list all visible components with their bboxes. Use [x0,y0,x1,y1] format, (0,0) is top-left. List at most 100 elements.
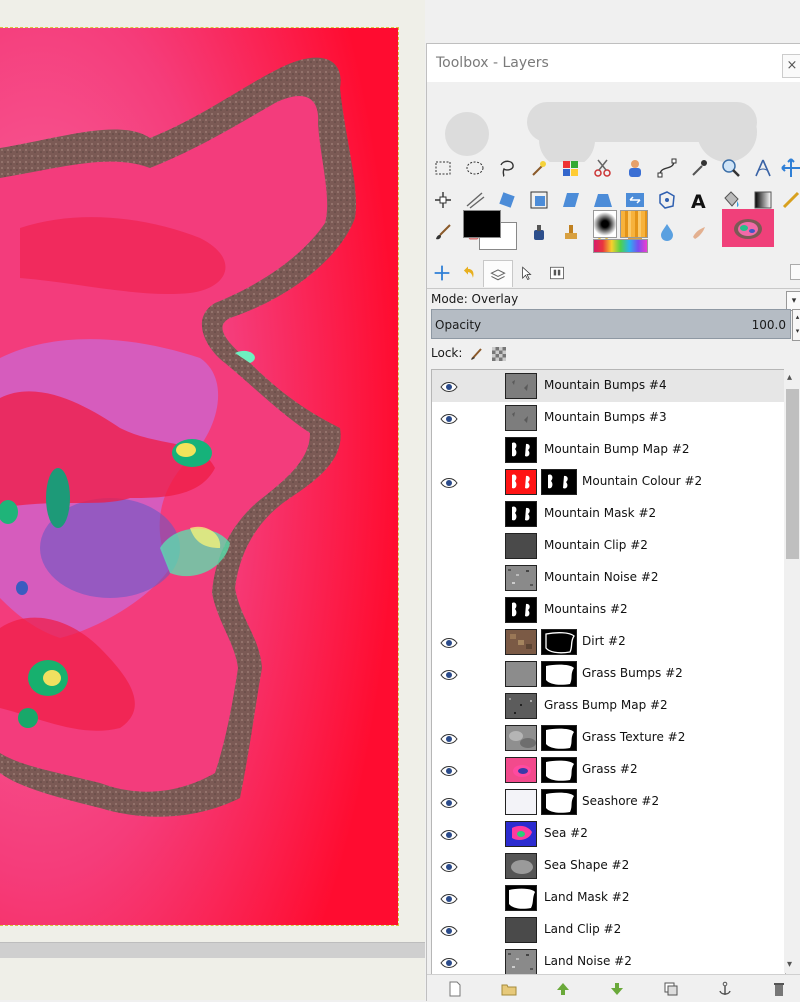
layer-mask-thumbnail[interactable] [541,725,577,751]
measure-icon[interactable] [751,156,775,180]
align-icon[interactable] [431,188,455,212]
select-by-color-icon[interactable] [559,156,583,180]
visibility-eye-icon[interactable] [440,507,458,521]
visibility-eye-icon[interactable] [440,699,458,713]
layer-thumbnail[interactable] [505,757,537,783]
visibility-eye-icon[interactable] [440,763,458,777]
free-select-icon[interactable] [495,156,519,180]
visibility-eye-icon[interactable] [440,731,458,745]
layer-row[interactable]: Sea #2 [432,818,785,850]
layer-mask-thumbnail[interactable] [541,789,577,815]
layer-thumbnail[interactable] [505,469,537,495]
layer-name[interactable]: Mountain Bump Map #2 [544,442,690,456]
foreground-select-icon[interactable] [623,156,647,180]
visibility-eye-icon[interactable] [440,923,458,937]
layer-thumbnail[interactable] [505,629,537,655]
rotate-icon[interactable] [495,188,519,212]
opacity-slider[interactable]: Opacity 100.0 ▴ ▾ [431,309,800,341]
visibility-eye-icon[interactable] [440,891,458,905]
raise-layer-button[interactable] [553,979,573,999]
ink-icon[interactable] [527,220,551,244]
duplicate-layer-button[interactable] [661,979,681,999]
layer-name[interactable]: Dirt #2 [582,634,626,648]
visibility-eye-icon[interactable] [440,827,458,841]
scissors-icon[interactable] [591,156,615,180]
layer-row[interactable]: Land Mask #2 [432,882,785,914]
tab-pointer[interactable] [513,260,541,286]
clone-icon[interactable] [559,220,583,244]
chevron-down-icon[interactable]: ▾ [786,291,800,311]
fuzzy-select-icon[interactable] [527,156,551,180]
layer-thumbnail[interactable] [505,885,537,911]
layer-thumbnail[interactable] [505,949,537,974]
visibility-eye-icon[interactable] [440,411,458,425]
new-layer-button[interactable] [445,979,465,999]
layer-name[interactable]: Mountain Bumps #4 [544,378,667,392]
scrollbar-thumb[interactable] [786,389,799,559]
pencil-icon[interactable] [779,188,800,212]
delete-layer-button[interactable] [769,979,789,999]
perspective-icon[interactable] [591,188,615,212]
fg-bg-colors[interactable] [463,210,521,256]
layer-name[interactable]: Land Mask #2 [544,890,630,904]
layer-thumbnail[interactable] [505,789,537,815]
visibility-eye-icon[interactable] [440,475,458,489]
visibility-eye-icon[interactable] [440,443,458,457]
crop-icon[interactable] [463,188,487,212]
color-picker-icon[interactable] [687,156,711,180]
image-canvas[interactable] [0,27,399,926]
visibility-eye-icon[interactable] [440,667,458,681]
layer-row[interactable]: Seashore #2 [432,786,785,818]
lock-pixels-icon[interactable] [469,345,485,361]
visibility-eye-icon[interactable] [440,955,458,969]
layers-scrollbar[interactable]: ▴ ▾ [784,369,800,973]
layer-thumbnail[interactable] [505,565,537,591]
layer-row[interactable]: Dirt #2 [432,626,785,658]
tab-tool-options[interactable] [428,260,456,286]
layer-name[interactable]: Grass Bump Map #2 [544,698,668,712]
layer-thumbnail[interactable] [505,917,537,943]
layer-thumbnail[interactable] [505,853,537,879]
layer-row[interactable]: Land Clip #2 [432,914,785,946]
layer-name[interactable]: Mountain Clip #2 [544,538,648,552]
rect-select-icon[interactable] [431,156,455,180]
visibility-eye-icon[interactable] [440,795,458,809]
visibility-eye-icon[interactable] [440,571,458,585]
layer-name[interactable]: Grass #2 [582,762,638,776]
ellipse-select-icon[interactable] [463,156,487,180]
anchor-layer-button[interactable] [715,979,735,999]
lock-alpha-icon[interactable] [492,347,506,361]
flip-icon[interactable] [623,188,647,212]
close-button[interactable]: × [782,54,800,78]
layer-thumbnail[interactable] [505,373,537,399]
layer-mask-thumbnail[interactable] [541,629,577,655]
dock-menu-button[interactable] [790,264,800,280]
layer-mask-thumbnail[interactable] [541,469,577,495]
layer-thumbnail[interactable] [505,437,537,463]
scroll-down-icon[interactable]: ▾ [787,959,792,970]
title-bar[interactable]: Toolbox - Layers × [427,44,800,82]
layer-name[interactable]: Mountain Colour #2 [582,474,702,488]
layer-name[interactable]: Grass Texture #2 [582,730,685,744]
tab-device-status[interactable] [543,260,571,286]
paths-icon[interactable] [655,156,679,180]
layer-row[interactable]: Mountain Bumps #4 [432,370,785,402]
layer-row[interactable]: Grass Bumps #2 [432,658,785,690]
layer-name[interactable]: Land Noise #2 [544,954,632,968]
visibility-eye-icon[interactable] [440,635,458,649]
tab-layers[interactable] [483,260,513,287]
layer-name[interactable]: Sea #2 [544,826,588,840]
layer-row[interactable]: Mountain Noise #2 [432,562,785,594]
new-layer-group-button[interactable] [499,979,519,999]
visibility-eye-icon[interactable] [440,379,458,393]
layer-name[interactable]: Mountain Bumps #3 [544,410,667,424]
pattern-preview[interactable] [620,210,648,238]
layer-thumbnail[interactable] [505,725,537,751]
layer-thumbnail[interactable] [505,693,537,719]
layer-row[interactable]: Mountain Clip #2 [432,530,785,562]
layer-row[interactable]: Mountains #2 [432,594,785,626]
layer-row[interactable]: Land Noise #2 [432,946,785,974]
visibility-eye-icon[interactable] [440,603,458,617]
layer-thumbnail[interactable] [505,821,537,847]
brush-preview[interactable] [593,210,617,238]
